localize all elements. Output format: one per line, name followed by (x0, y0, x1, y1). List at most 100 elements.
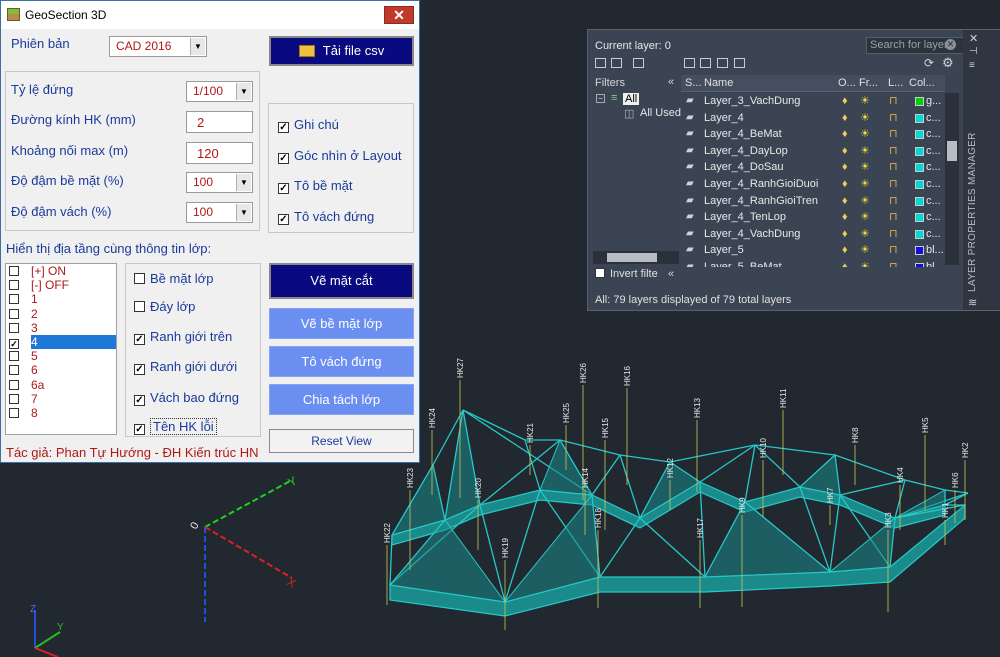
diameter-input[interactable]: 2 (186, 111, 253, 133)
vertical-scale-select[interactable]: 1/100 ▼ (186, 81, 253, 102)
layer-option-1[interactable]: Đáy lớp (134, 299, 195, 314)
col-lock[interactable]: L... (888, 77, 903, 89)
strata-list-item[interactable]: [-] OFF (6, 278, 116, 292)
color-swatch[interactable] (915, 113, 924, 123)
checkbox[interactable]: ✓ (134, 334, 145, 345)
sun-thaw-icon[interactable]: ☀ (860, 159, 870, 175)
checkbox[interactable] (134, 273, 145, 284)
checkbox[interactable] (9, 379, 19, 390)
chevron-down-icon[interactable]: ▼ (236, 83, 251, 100)
invert-filter-option[interactable]: Invert filte (595, 268, 658, 280)
checkbox[interactable] (9, 365, 19, 376)
checkbox[interactable]: ✓ (278, 213, 289, 225)
draw-surface-button[interactable]: Vẽ bề mặt lớp (269, 308, 414, 339)
unlock-icon[interactable]: ⊓ (889, 126, 898, 142)
checkbox[interactable] (9, 351, 19, 362)
color-swatch[interactable] (915, 263, 924, 267)
checkbox[interactable] (134, 301, 145, 312)
checkbox[interactable] (9, 266, 19, 276)
bulb-on-icon[interactable]: ♦ (842, 159, 848, 175)
sun-thaw-icon[interactable]: ☀ (860, 226, 870, 242)
checkbox[interactable] (9, 407, 19, 418)
unlock-icon[interactable]: ⊓ (889, 226, 898, 242)
bulb-on-icon[interactable]: ♦ (842, 110, 848, 126)
bulb-on-icon[interactable]: ♦ (842, 126, 848, 142)
sun-thaw-icon[interactable]: ☀ (860, 193, 870, 209)
unlock-icon[interactable]: ⊓ (889, 259, 898, 267)
checkbox[interactable]: ✓ (278, 152, 289, 164)
display-option-2[interactable]: ✓ Tô bề mặt (278, 178, 353, 194)
col-status[interactable]: S... (685, 77, 702, 89)
load-csv-button[interactable]: Tải file csv (269, 36, 414, 66)
checkbox[interactable] (9, 322, 19, 333)
checkbox[interactable]: ✓ (134, 364, 145, 375)
layer-row[interactable]: ▰ Layer_3_VachDung ♦ ☀ ⊓ g... (681, 93, 945, 110)
close-palette-icon[interactable]: ✕ (969, 32, 978, 45)
layer-option-2[interactable]: ✓ Ranh giới trên (134, 329, 232, 345)
layer-row[interactable]: ▰ Layer_4_DoSau ♦ ☀ ⊓ c... (681, 159, 945, 176)
strata-list-item[interactable]: 5 (6, 349, 116, 363)
col-on[interactable]: O... (838, 77, 856, 89)
unlock-icon[interactable]: ⊓ (889, 93, 898, 109)
layer-states-icon[interactable] (633, 58, 644, 68)
delete-layer-icon[interactable] (717, 58, 728, 68)
checkbox[interactable]: ✓ (134, 395, 145, 406)
strata-list-item[interactable]: 7 (6, 392, 116, 406)
sun-thaw-icon[interactable]: ☀ (860, 93, 870, 109)
max-link-input[interactable]: 120 (186, 142, 253, 164)
chevron-down-icon[interactable]: ▼ (236, 174, 251, 191)
unlock-icon[interactable]: ⊓ (889, 159, 898, 175)
display-option-0[interactable]: ✓ Ghi chú (278, 117, 339, 133)
color-swatch[interactable] (915, 246, 924, 256)
layer-row[interactable]: ▰ Layer_4 ♦ ☀ ⊓ c... (681, 110, 945, 127)
properties-icon[interactable]: ≡ (969, 60, 975, 71)
chevron-down-icon[interactable]: ▼ (190, 38, 205, 55)
strata-list-item[interactable]: 3 (6, 321, 116, 335)
draw-section-button[interactable]: Vẽ mặt cắt (269, 263, 414, 299)
checkbox[interactable] (9, 393, 19, 404)
filter-all-used[interactable]: All Used (640, 107, 681, 119)
layer-row[interactable]: ▰ Layer_5 ♦ ☀ ⊓ bl... (681, 242, 945, 259)
checkbox[interactable]: ✓ (9, 338, 19, 349)
color-swatch[interactable] (915, 97, 924, 106)
layer-vscrollbar[interactable] (945, 93, 959, 265)
checkbox[interactable]: ✓ (134, 424, 145, 435)
bulb-on-icon[interactable]: ♦ (842, 259, 848, 267)
filter-all[interactable]: All (623, 93, 640, 105)
layer-row[interactable]: ▰ Layer_5_BeMat ♦ ☀ ⊓ bl... (681, 259, 945, 267)
color-swatch[interactable] (915, 180, 924, 189)
color-swatch[interactable] (915, 130, 924, 140)
new-layer-icon[interactable] (684, 58, 695, 68)
checkbox[interactable] (9, 294, 19, 305)
sun-thaw-icon[interactable]: ☀ (860, 143, 870, 159)
col-name[interactable]: Name (704, 77, 733, 89)
bulb-on-icon[interactable]: ♦ (842, 209, 848, 225)
unlock-icon[interactable]: ⊓ (889, 143, 898, 159)
color-swatch[interactable] (915, 163, 924, 173)
layer-option-4[interactable]: ✓ Vách bao đứng (134, 390, 239, 406)
layer-option-0[interactable]: Bề mặt lớp (134, 271, 213, 286)
collapse-filters-icon[interactable]: « (668, 76, 674, 88)
invert-filter-checkbox[interactable] (595, 268, 605, 278)
sun-thaw-icon[interactable]: ☀ (860, 259, 870, 267)
col-freeze[interactable]: Fr... (859, 77, 878, 89)
version-select[interactable]: CAD 2016 ▼ (109, 36, 207, 57)
strata-list-item[interactable]: ✓ 4 (6, 334, 116, 349)
checkbox[interactable]: ✓ (278, 183, 289, 194)
surface-density-select[interactable]: 100 ▼ (186, 172, 253, 193)
display-option-1[interactable]: ✓ Góc nhìn ở Layout (278, 148, 402, 164)
color-swatch[interactable] (915, 146, 924, 156)
set-current-icon[interactable] (734, 58, 745, 68)
unlock-icon[interactable]: ⊓ (889, 242, 898, 258)
checkbox[interactable]: ✓ (278, 122, 289, 133)
color-swatch[interactable] (915, 229, 924, 239)
split-layer-button[interactable]: Chia tách lớp (269, 384, 414, 415)
bulb-on-icon[interactable]: ♦ (842, 193, 848, 209)
chevron-down-icon[interactable]: ▼ (236, 204, 251, 221)
sun-thaw-icon[interactable]: ☀ (860, 126, 870, 142)
fill-wall-button[interactable]: Tô vách đứng (269, 346, 414, 377)
pin-icon[interactable]: ⊣ (969, 46, 978, 57)
bulb-on-icon[interactable]: ♦ (842, 93, 848, 109)
unlock-icon[interactable]: ⊓ (889, 110, 898, 126)
tree-collapse-icon[interactable]: − (596, 94, 605, 103)
